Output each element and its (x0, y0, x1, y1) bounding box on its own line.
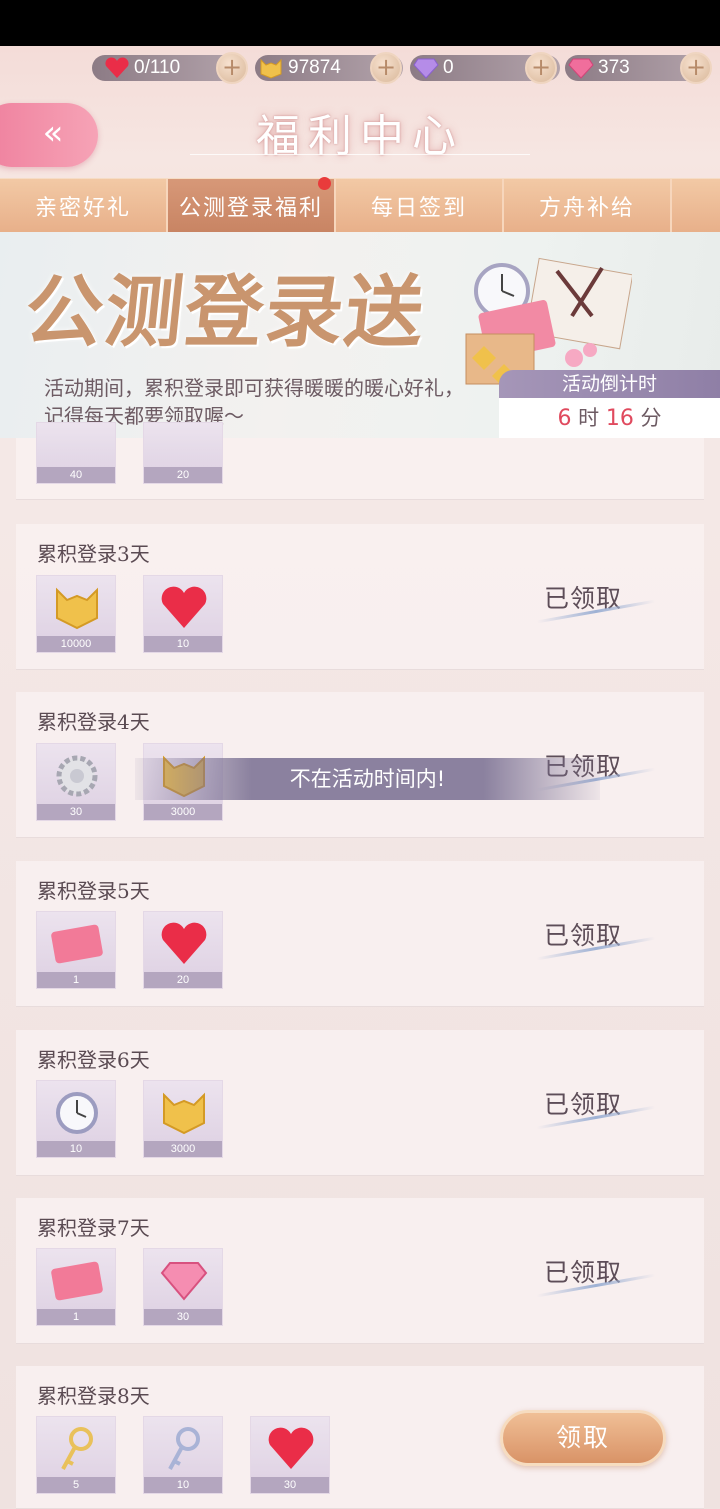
coin-display: 97874 (258, 53, 341, 83)
gold-key-icon (61, 1427, 93, 1470)
heart-icon (104, 57, 130, 79)
add-coin-button[interactable]: + (370, 52, 402, 84)
card-icon (51, 1261, 103, 1301)
add-stamina-button[interactable]: + (216, 52, 248, 84)
reward-slot[interactable]: 3000 (143, 1080, 223, 1158)
reward-slot[interactable]: 1 (36, 1248, 116, 1326)
reward-slot[interactable]: 5 (36, 1416, 116, 1494)
diamond-icon (160, 1262, 208, 1301)
heart-icon (161, 586, 207, 628)
purple-diamond-display: 0 (413, 53, 454, 83)
reward-slot[interactable]: 10000 (36, 575, 116, 653)
tab-intimacy-gift[interactable]: 亲密好礼 (0, 179, 168, 233)
title-divider (190, 154, 530, 155)
purple-diamond-icon (413, 57, 439, 79)
reward-row-day7: 累积登录7天 1 30 已领取 (16, 1198, 704, 1344)
reward-slot[interactable]: 10 (143, 575, 223, 653)
reward-slot[interactable]: 10 (36, 1080, 116, 1158)
coin-icon (163, 1092, 205, 1135)
gear-icon (56, 755, 98, 797)
reward-slot[interactable]: 30 (250, 1416, 330, 1494)
status-bar (0, 0, 720, 46)
countdown-box: 活动倒计时 6 时 16 分 (499, 370, 720, 438)
coin-icon (258, 57, 284, 79)
reward-row-day5: 累积登录5天 1 20 已领取 (16, 861, 704, 1007)
tab-ark-supply[interactable]: 方舟补给 (504, 179, 672, 233)
stamina-display: 0/110 (104, 53, 180, 83)
heart-icon (161, 922, 207, 964)
notification-dot (318, 177, 331, 190)
tab-daily-signin[interactable]: 每日签到 (336, 179, 504, 233)
reward-row-day3: 累积登录3天 10000 10 已领取 (16, 524, 704, 670)
clock-icon (56, 1092, 98, 1134)
tab-login-welfare[interactable]: 公测登录福利 (168, 177, 336, 233)
toast-message: 不在活动时间内! (135, 758, 600, 800)
add-purple-diamond-button[interactable]: + (525, 52, 557, 84)
reward-row-day6: 累积登录6天 10 3000 已领取 (16, 1030, 704, 1176)
claim-button[interactable]: 领取 (500, 1410, 666, 1466)
add-pink-diamond-button[interactable]: + (680, 52, 712, 84)
reward-row-partial: 40 20 (16, 422, 704, 500)
reward-slot[interactable]: 10 (143, 1416, 223, 1494)
heart-icon (268, 1427, 314, 1469)
reward-slot[interactable]: 20 (143, 422, 223, 484)
pink-diamond-icon (568, 57, 594, 79)
reward-slot[interactable]: 40 (36, 422, 116, 484)
tab-bar: 亲密好礼 公测登录福利 每日签到 方舟补给 (0, 177, 720, 233)
tab-bar-filler (672, 179, 720, 232)
card-icon (51, 924, 103, 964)
event-banner: 公测登录送 活动期间，累积登录即可获得暖暖的暖心好礼， 记得每天都要领取喔～ 活… (0, 232, 720, 438)
reward-slot[interactable]: 30 (143, 1248, 223, 1326)
reward-slot[interactable]: 20 (143, 911, 223, 989)
reward-slot[interactable]: 30 (36, 743, 116, 821)
silver-key-icon (168, 1427, 200, 1470)
coin-icon (56, 587, 98, 630)
reward-slot[interactable]: 1 (36, 911, 116, 989)
banner-title: 公测登录送 (20, 267, 431, 358)
countdown-value: 6 时 16 分 (499, 398, 720, 438)
pink-diamond-display: 373 (568, 53, 630, 83)
